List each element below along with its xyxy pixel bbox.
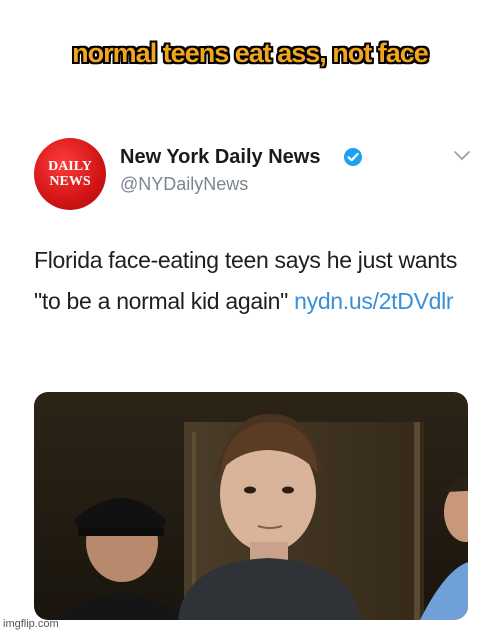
imgflip-watermark: imgflip.com	[3, 618, 59, 630]
photo-illustration	[34, 392, 468, 620]
verified-badge-icon	[344, 148, 362, 166]
chevron-down-icon[interactable]	[453, 150, 471, 162]
tweet-link[interactable]: nydn.us/2tDVdlr	[294, 288, 453, 314]
avatar-line-2: NEWS	[49, 174, 91, 189]
account-display-name[interactable]: New York Daily News	[120, 146, 320, 169]
daily-news-avatar[interactable]: DAILY NEWS	[34, 138, 106, 210]
tweet-card: DAILY NEWS New York Daily News @NYDailyN…	[28, 132, 476, 622]
tweet-photo[interactable]	[34, 392, 468, 620]
avatar-line-1: DAILY	[48, 159, 92, 174]
meme-caption: normal teens eat ass, not face	[72, 38, 429, 68]
account-handle[interactable]: @NYDailyNews	[120, 174, 248, 195]
tweet-body: Florida face-eating teen says he just wa…	[34, 240, 474, 322]
